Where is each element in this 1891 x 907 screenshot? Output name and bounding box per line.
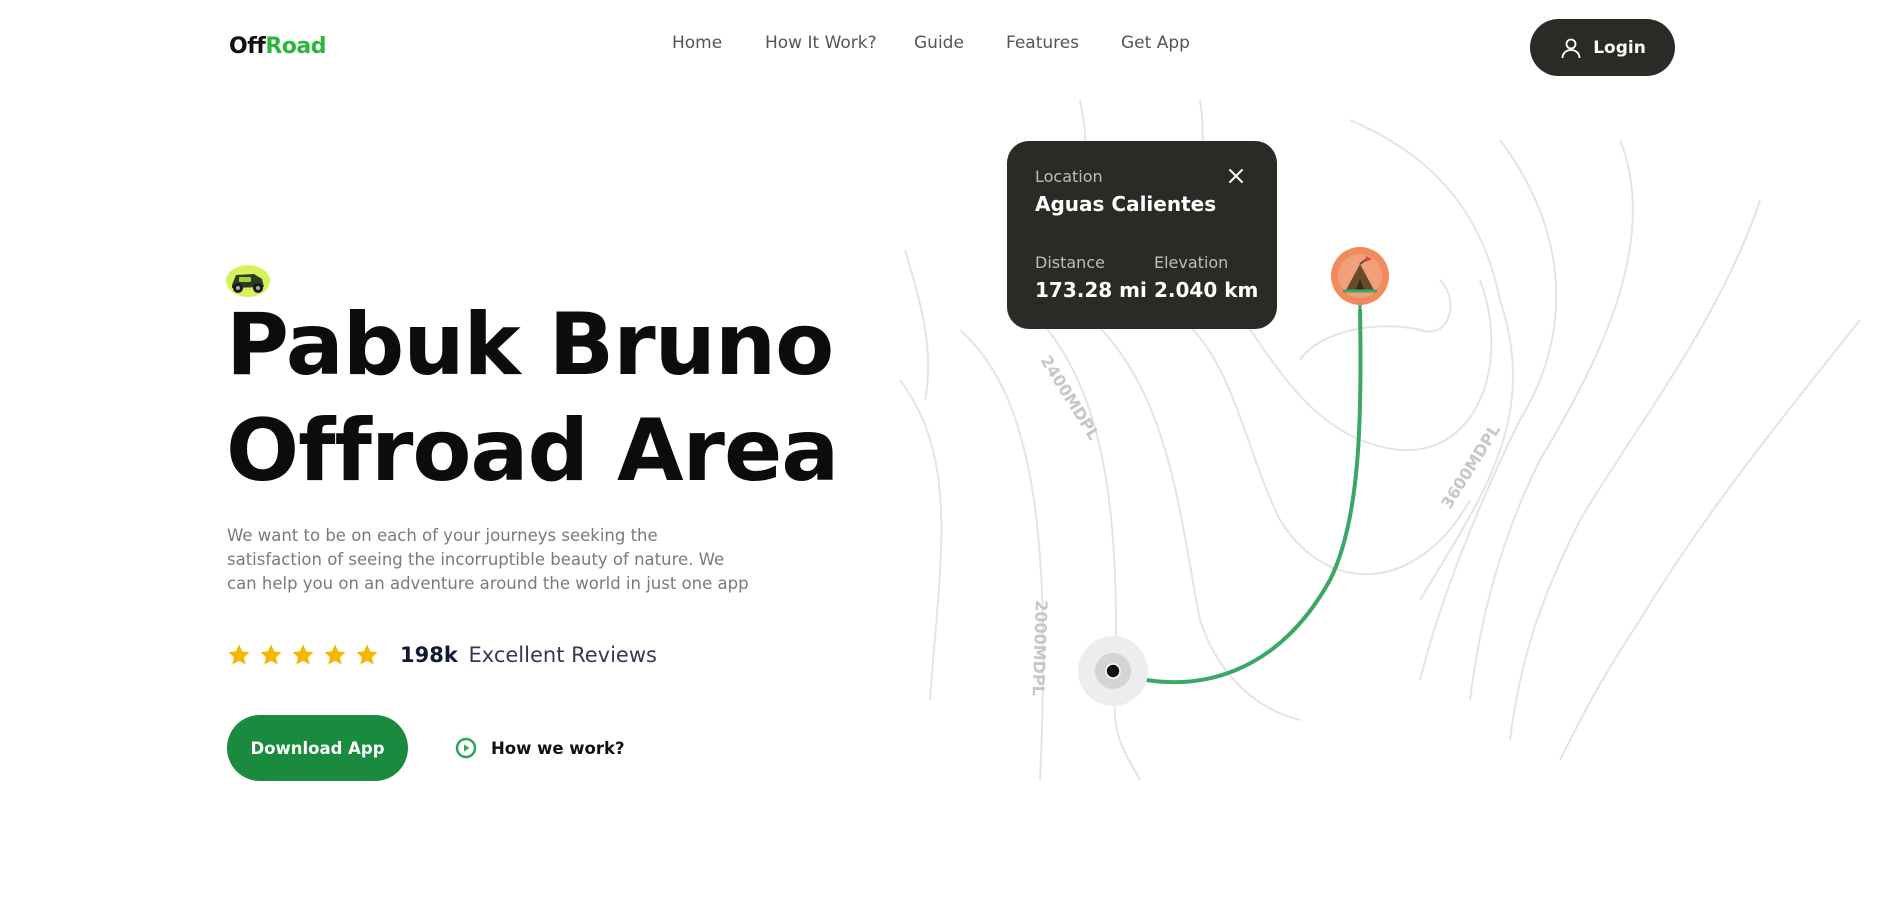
location-card: Location Aguas Calientes Distance 173.28… [1007, 141, 1277, 329]
nav-item-features[interactable]: Features [1006, 33, 1079, 53]
login-button[interactable]: Login [1530, 19, 1675, 76]
brand-logo-part2: Road [265, 34, 327, 59]
reviews-label: Excellent Reviews [468, 643, 657, 667]
distance-value: 173.28 mi [1035, 278, 1147, 302]
how-we-work-label: How we work? [491, 738, 625, 758]
brand-logo[interactable]: OffRoad [229, 34, 327, 59]
user-icon [1561, 38, 1581, 58]
destination-pin[interactable] [1331, 247, 1389, 312]
distance-label: Distance [1035, 253, 1105, 272]
location-name: Aguas Calientes [1035, 192, 1217, 216]
hero-description: We want to be on each of your journeys s… [227, 526, 749, 593]
start-marker[interactable] [1078, 636, 1148, 706]
star-icon [356, 644, 378, 665]
hero-title-line1: Pabuk Bruno [226, 295, 834, 395]
hero-title: Pabuk Bruno Offroad Area [226, 292, 926, 504]
nav-item-how-it-work[interactable]: How It Work? [765, 33, 877, 53]
elevation-label: Elevation [1154, 253, 1229, 272]
login-label: Login [1593, 37, 1646, 58]
star-icon [228, 644, 250, 665]
reviews-summary: 198k Excellent Reviews [400, 643, 657, 667]
reviews-count: 198k [400, 643, 458, 667]
rating-stars [227, 643, 379, 667]
star-icon [324, 644, 346, 665]
how-we-work-link[interactable]: How we work? [455, 737, 625, 759]
contour-label-c: 2000MDPL [1029, 600, 1051, 696]
play-icon [455, 737, 477, 759]
hero-title-line2: Offroad Area [226, 401, 839, 501]
elevation-value: 2.040 km [1154, 278, 1259, 302]
star-icon [260, 644, 282, 665]
download-app-button[interactable]: Download App [227, 715, 408, 781]
location-label: Location [1035, 167, 1103, 186]
nav-item-home[interactable]: Home [672, 33, 722, 53]
nav-item-guide[interactable]: Guide [914, 33, 964, 53]
brand-logo-part1: Off [229, 34, 266, 59]
nav-item-get-app[interactable]: Get App [1121, 33, 1190, 53]
close-icon[interactable] [1227, 167, 1245, 185]
star-icon [292, 644, 314, 665]
route-line [1111, 308, 1363, 685]
